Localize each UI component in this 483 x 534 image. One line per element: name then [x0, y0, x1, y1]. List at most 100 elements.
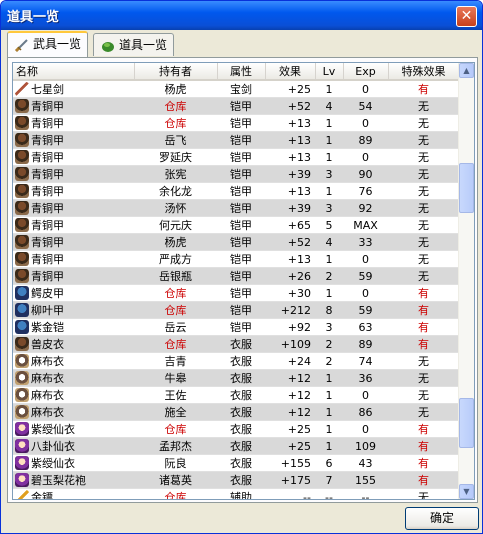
cell-owner: 吉青 — [134, 352, 217, 370]
table-row[interactable]: 麻布衣 施全 衣服 +12 1 86 无 — [13, 403, 459, 421]
table-row[interactable]: 青铜甲 何元庆 铠甲 +65 5 MAX 无 — [13, 216, 459, 234]
table-row[interactable]: 青铜甲 罗延庆 铠甲 +13 1 0 无 — [13, 148, 459, 166]
item-name: 青铜甲 — [31, 185, 64, 198]
cell-special: 无 — [388, 165, 459, 183]
ok-button[interactable]: 确定 — [405, 507, 479, 530]
table-row[interactable]: 青铜甲 张宪 铠甲 +39 3 90 无 — [13, 165, 459, 183]
col-header-name[interactable]: 名称 — [13, 63, 135, 81]
cell-effect: +109 — [265, 335, 315, 353]
cell-type: 铠甲 — [217, 131, 265, 149]
item-name: 青铜甲 — [31, 253, 64, 266]
cell-lv: 1 — [315, 437, 343, 455]
cell-lv: 1 — [315, 284, 343, 302]
table-row[interactable]: 麻布衣 牛皋 衣服 +12 1 36 无 — [13, 369, 459, 387]
item-name: 青铜甲 — [31, 100, 64, 113]
scroll-thumb-lower[interactable] — [459, 398, 474, 448]
cell-type: 铠甲 — [217, 165, 265, 183]
scroll-down-button[interactable]: ▼ — [459, 484, 474, 499]
tab-items[interactable]: 道具一览 — [93, 33, 175, 56]
table-row[interactable]: 青铜甲 严成方 铠甲 +13 1 0 无 — [13, 250, 459, 268]
cell-exp: 63 — [343, 318, 388, 336]
cell-type: 铠甲 — [217, 199, 265, 217]
cell-owner: 仓库 — [134, 420, 217, 438]
tab-weapons[interactable]: 武具一览 — [7, 31, 89, 57]
cloth-icon — [15, 371, 29, 385]
item-name: 青铜甲 — [31, 270, 64, 283]
cell-name: 青铜甲 — [13, 131, 134, 149]
item-name: 青铜甲 — [31, 151, 64, 164]
cell-effect: +13 — [265, 131, 315, 149]
table-row[interactable]: 金镖 仓库 辅助 -- -- -- 无 — [13, 488, 459, 499]
cell-effect: +12 — [265, 369, 315, 387]
cell-special: 有 — [388, 284, 459, 302]
col-header-effect[interactable]: 效果 — [265, 63, 316, 81]
vertical-scrollbar[interactable]: ▲ ▼ — [458, 63, 474, 499]
item-name: 青铜甲 — [31, 219, 64, 232]
table-row[interactable]: 紫金铠 岳云 铠甲 +92 3 63 有 — [13, 318, 459, 336]
table-row[interactable]: 八卦仙衣 孟邦杰 衣服 +25 1 109 有 — [13, 437, 459, 455]
cell-special: 无 — [388, 267, 459, 285]
cloth-icon — [15, 405, 29, 419]
cell-owner: 岳云 — [134, 318, 217, 336]
item-name: 麻布衣 — [31, 372, 64, 385]
cell-exp: 0 — [343, 148, 388, 166]
cell-effect: +30 — [265, 284, 315, 302]
cell-type: 衣服 — [217, 352, 265, 370]
title-bar[interactable]: 道具一览 ✕ — [1, 1, 482, 30]
col-header-exp[interactable]: Exp — [343, 63, 389, 81]
cell-lv: 1 — [315, 420, 343, 438]
table-row[interactable]: 青铜甲 岳银瓶 铠甲 +26 2 59 无 — [13, 267, 459, 285]
table-row[interactable]: 青铜甲 仓库 铠甲 +13 1 0 无 — [13, 114, 459, 132]
armor-icon — [15, 337, 29, 351]
cell-lv: -- — [315, 488, 343, 499]
cell-type: 衣服 — [217, 369, 265, 387]
cell-type: 铠甲 — [217, 318, 265, 336]
table-row[interactable]: 青铜甲 仓库 铠甲 +52 4 54 无 — [13, 97, 459, 115]
table-row[interactable]: 青铜甲 余化龙 铠甲 +13 1 76 无 — [13, 182, 459, 200]
cell-lv: 4 — [315, 97, 343, 115]
close-button[interactable]: ✕ — [456, 6, 477, 27]
table-row[interactable]: 兽皮衣 仓库 衣服 +109 2 89 有 — [13, 335, 459, 353]
scroll-thumb[interactable] — [459, 163, 474, 213]
cell-name: 青铜甲 — [13, 250, 134, 268]
cell-lv: 7 — [315, 471, 343, 489]
cell-owner: 仓库 — [134, 284, 217, 302]
item-name: 紫绶仙衣 — [31, 423, 75, 436]
table-row[interactable]: 七星剑 杨虎 宝剑 +25 1 0 有 — [13, 80, 459, 98]
item-name: 碧玉梨花袍 — [31, 474, 86, 487]
table-row[interactable]: 碧玉梨花袍 诸葛英 衣服 +175 7 155 有 — [13, 471, 459, 489]
cell-exp: 0 — [343, 386, 388, 404]
cell-owner: 汤怀 — [134, 199, 217, 217]
col-header-lv[interactable]: Lv — [315, 63, 344, 81]
armor-icon — [15, 99, 29, 113]
table-row[interactable]: 青铜甲 汤怀 铠甲 +39 3 92 无 — [13, 199, 459, 217]
scroll-up-button[interactable]: ▲ — [459, 63, 474, 78]
table-row[interactable]: 鳄皮甲 仓库 铠甲 +30 1 0 有 — [13, 284, 459, 302]
table-row[interactable]: 青铜甲 岳飞 铠甲 +13 1 89 无 — [13, 131, 459, 149]
robe-icon — [15, 439, 29, 453]
cell-lv: 3 — [315, 199, 343, 217]
cell-effect: +13 — [265, 250, 315, 268]
cell-lv: 3 — [315, 165, 343, 183]
cell-name: 青铜甲 — [13, 182, 134, 200]
cell-effect: +39 — [265, 199, 315, 217]
table-row[interactable]: 柳叶甲 仓库 铠甲 +212 8 59 有 — [13, 301, 459, 319]
cell-exp: 89 — [343, 335, 388, 353]
col-header-type[interactable]: 属性 — [217, 63, 266, 81]
cell-exp: 43 — [343, 454, 388, 472]
col-header-special[interactable]: 特殊效果 — [388, 63, 460, 81]
cell-lv: 1 — [315, 250, 343, 268]
table-row[interactable]: 麻布衣 吉青 衣服 +24 2 74 无 — [13, 352, 459, 370]
cell-exp: 0 — [343, 80, 388, 98]
table-row[interactable]: 麻布衣 王佐 衣服 +12 1 0 无 — [13, 386, 459, 404]
table-row[interactable]: 紫绶仙衣 阮良 衣服 +155 6 43 有 — [13, 454, 459, 472]
item-name: 青铜甲 — [31, 202, 64, 215]
armor-icon — [15, 133, 29, 147]
item-name: 八卦仙衣 — [31, 440, 75, 453]
table-row[interactable]: 青铜甲 杨虎 铠甲 +52 4 33 无 — [13, 233, 459, 251]
cell-type: 衣服 — [217, 437, 265, 455]
table-row[interactable]: 紫绶仙衣 仓库 衣服 +25 1 0 有 — [13, 420, 459, 438]
col-header-owner[interactable]: 持有者 — [134, 63, 218, 81]
cell-lv: 2 — [315, 335, 343, 353]
cell-owner: 罗延庆 — [134, 148, 217, 166]
